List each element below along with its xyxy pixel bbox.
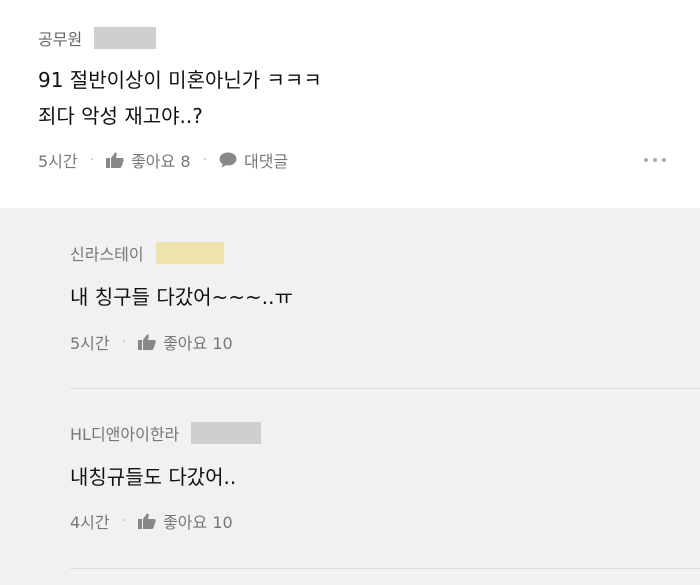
like-label: 좋아요 10 bbox=[163, 334, 233, 353]
separator-dot: · bbox=[121, 513, 127, 529]
reply-meta: 4시간 · 좋아요 10 bbox=[70, 509, 233, 533]
thumbs-up-icon bbox=[138, 513, 156, 529]
separator-dot: · bbox=[121, 334, 127, 350]
timestamp: 4시간 bbox=[70, 513, 110, 532]
like-label: 좋아요 10 bbox=[163, 513, 233, 532]
divider bbox=[70, 388, 700, 389]
thumbs-up-icon bbox=[138, 334, 156, 350]
separator-dot: · bbox=[89, 152, 95, 168]
comment-main: 공무원 91 절반이상이 미혼아닌가 ㅋㅋㅋ 죄다 악성 재고야..? 5시간 … bbox=[0, 0, 700, 208]
timestamp: 5시간 bbox=[38, 152, 78, 171]
separator-dot: · bbox=[202, 152, 207, 168]
author-name[interactable]: 신라스테이 bbox=[70, 241, 144, 265]
timestamp: 5시간 bbox=[70, 334, 110, 353]
like-label: 좋아요 8 bbox=[131, 152, 191, 171]
like-button[interactable]: 좋아요 10 bbox=[138, 509, 233, 533]
reply-body: 내칭규들도 다갔어.. bbox=[70, 465, 237, 489]
comment-body: 91 절반이상이 미혼아닌가 ㅋㅋㅋ 죄다 악성 재고야..? bbox=[38, 62, 322, 134]
comment-meta: 5시간 · 좋아요 8 · 대댓글 bbox=[38, 148, 288, 172]
reply-label: 대댓글 bbox=[243, 152, 289, 171]
divider bbox=[70, 568, 700, 569]
reply-author: 신라스테이 bbox=[70, 241, 224, 265]
replies-section: 신라스테이 내 칭구들 다갔어~~~..ㅠ 5시간 · 좋아요 10 HL디앤아… bbox=[0, 208, 700, 585]
more-dots-icon[interactable] bbox=[644, 158, 666, 162]
author-name[interactable]: HL디앤아이한라 bbox=[70, 421, 179, 445]
like-button[interactable]: 좋아요 8 bbox=[106, 148, 191, 172]
reply-body: 내 칭구들 다갔어~~~..ㅠ bbox=[70, 285, 293, 309]
speech-bubble-icon bbox=[219, 152, 237, 168]
comment-author: 공무원 bbox=[38, 26, 157, 50]
reply-meta: 5시간 · 좋아요 10 bbox=[70, 330, 233, 354]
redacted-username bbox=[94, 27, 157, 49]
like-button[interactable]: 좋아요 10 bbox=[138, 330, 233, 354]
redacted-username bbox=[155, 242, 224, 264]
thumbs-up-icon bbox=[106, 152, 124, 168]
redacted-username bbox=[191, 422, 262, 444]
reply-author: HL디앤아이한라 bbox=[70, 421, 262, 445]
comment-line-2: 죄다 악성 재고야..? bbox=[38, 104, 203, 128]
comment-line-1: 91 절반이상이 미혼아닌가 ㅋㅋㅋ bbox=[38, 68, 322, 92]
author-name[interactable]: 공무원 bbox=[38, 26, 82, 50]
reply-button[interactable]: 대댓글 bbox=[219, 148, 288, 172]
